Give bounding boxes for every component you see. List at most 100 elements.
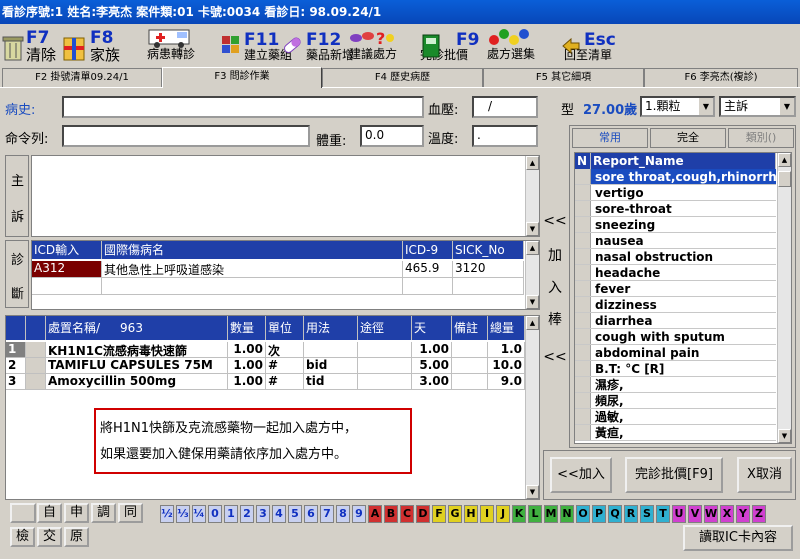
add-button[interactable]: <<加入	[550, 457, 612, 493]
complaint-select[interactable]: 主訴 ▼	[719, 96, 796, 117]
letter-key[interactable]: ¼	[192, 505, 206, 523]
cancel-button[interactable]: X取消	[737, 457, 792, 493]
letter-key[interactable]: 5	[288, 505, 302, 523]
report-item[interactable]: 頻尿,	[575, 393, 776, 409]
report-item[interactable]: cough with sputum	[575, 329, 776, 345]
letter-key[interactable]: 0	[208, 505, 222, 523]
report-item[interactable]: dizziness	[575, 297, 776, 313]
letter-key[interactable]: G	[448, 505, 462, 523]
order-input[interactable]	[62, 125, 310, 147]
letter-key[interactable]: A	[368, 505, 382, 523]
suggest-rx-button[interactable]: ? 建議處方	[343, 26, 403, 67]
quick-key-cross[interactable]: 交	[37, 527, 62, 547]
letter-key[interactable]: 3	[256, 505, 270, 523]
letter-key[interactable]: Q	[608, 505, 622, 523]
quick-key-check[interactable]: 檢	[10, 527, 35, 547]
letter-key[interactable]: L	[528, 505, 542, 523]
report-item[interactable]: 黃疸,	[575, 425, 776, 441]
report-item[interactable]: sore throat,cough,rhinorrhea	[575, 169, 776, 185]
tab-register-list[interactable]: F2 掛號清單09.24/1	[2, 68, 162, 87]
diagnosis-row[interactable]: A312 其他急性上呼吸道感染 465.9 3120	[32, 261, 524, 278]
checkout-button[interactable]: F9 完診批價	[420, 26, 479, 67]
weight-input[interactable]: 0.0	[360, 125, 424, 147]
letter-key[interactable]: 8	[336, 505, 350, 523]
tab-history[interactable]: F4 歷史病歷	[322, 68, 483, 87]
report-item[interactable]: nausea	[575, 233, 776, 249]
orders-grid[interactable]: 處置名稱/963 數量 單位 用法 途徑 天 備註 總量 1 KH1N1C流感病…	[5, 315, 540, 500]
letter-key[interactable]: C	[400, 505, 414, 523]
letter-key[interactable]: I	[480, 505, 494, 523]
chevron-down-icon[interactable]: ▼	[780, 98, 794, 115]
tab-common[interactable]: 常用	[572, 128, 648, 148]
quick-key-apply[interactable]: 申	[64, 503, 89, 523]
rx-collection-button[interactable]: 處方選集	[483, 26, 539, 67]
order-row[interactable]: 3 Amoxycillin 500mg 1.00 # tid 3.00 9.0	[6, 374, 525, 390]
letter-key[interactable]: M	[544, 505, 558, 523]
report-item[interactable]: B.T: °C [R]	[575, 361, 776, 377]
report-item[interactable]: nasal obstruction	[575, 249, 776, 265]
bp-input[interactable]: /	[472, 96, 538, 118]
read-ic-card-button[interactable]: 讀取IC卡內容	[683, 525, 793, 551]
chevron-down-icon[interactable]: ▼	[699, 98, 713, 115]
letter-key[interactable]: U	[672, 505, 686, 523]
referral-button[interactable]: 病患轉診	[140, 26, 202, 67]
report-item[interactable]: diarrhea	[575, 313, 776, 329]
letter-key[interactable]: ⅓	[176, 505, 190, 523]
tab-other-details[interactable]: F5 其它細項	[483, 68, 644, 87]
order-row[interactable]: 1 KH1N1C流感病毒快速篩 1.00 次 1.00 1.0	[6, 342, 525, 358]
report-item[interactable]: abdominal pain	[575, 345, 776, 361]
letter-key[interactable]: W	[704, 505, 718, 523]
tab-consultation[interactable]: F3 問診作業	[162, 67, 322, 88]
quick-key-adjust[interactable]: 調	[91, 503, 116, 523]
letter-key[interactable]: B	[384, 505, 398, 523]
tab-full[interactable]: 完全	[650, 128, 726, 148]
diagnosis-row[interactable]	[32, 278, 524, 295]
letter-key[interactable]: 7	[320, 505, 334, 523]
chief-complaint-textarea[interactable]: ▲ ▼	[31, 155, 540, 237]
quick-key-same[interactable]: 同	[118, 503, 143, 523]
letter-key[interactable]: 9	[352, 505, 366, 523]
return-list-button[interactable]: Esc 回至清單	[560, 26, 616, 67]
order-row[interactable]: 2 TAMIFLU CAPSULES 75M 1.00 # bid 5.00 1…	[6, 358, 525, 374]
letter-key[interactable]: Z	[752, 505, 766, 523]
unit-select[interactable]: 1.顆粒 ▼	[640, 96, 715, 117]
letter-key[interactable]: H	[464, 505, 478, 523]
letter-key[interactable]: 6	[304, 505, 318, 523]
letter-key[interactable]: V	[688, 505, 702, 523]
letter-key[interactable]: T	[656, 505, 670, 523]
report-item[interactable]: sore-throat	[575, 201, 776, 217]
letter-key[interactable]: D	[416, 505, 430, 523]
letter-key[interactable]: Y	[736, 505, 750, 523]
letter-key[interactable]: R	[624, 505, 638, 523]
letter-key[interactable]: O	[576, 505, 590, 523]
temp-input[interactable]: .	[472, 125, 538, 147]
family-button[interactable]: F8 家族	[62, 26, 120, 67]
letter-key[interactable]: S	[640, 505, 654, 523]
diagnosis-grid[interactable]: ICD輸入 國際傷病名 ICD-9 SICK_No A312 其他急性上呼吸道感…	[31, 240, 540, 310]
letter-key[interactable]: F	[432, 505, 446, 523]
letter-key[interactable]: K	[512, 505, 526, 523]
report-item[interactable]: fever	[575, 281, 776, 297]
report-item[interactable]: 濕疹,	[575, 377, 776, 393]
letter-key[interactable]: N	[560, 505, 574, 523]
report-list[interactable]: N Report_Name sore throat,cough,rhinorrh…	[574, 152, 792, 444]
letter-key[interactable]: X	[720, 505, 734, 523]
letter-key[interactable]: J	[496, 505, 510, 523]
report-item[interactable]: vertigo	[575, 185, 776, 201]
letter-key[interactable]: 1	[224, 505, 238, 523]
checkout-price-button[interactable]: 完診批價[F9]	[625, 457, 723, 493]
letter-key[interactable]: ½	[160, 505, 174, 523]
clear-button[interactable]: F7 清除	[2, 26, 56, 67]
add-strip[interactable]: << 加 入 棒 <<	[543, 125, 567, 451]
report-item[interactable]: sneezing	[575, 217, 776, 233]
tab-category[interactable]: 類別()	[728, 128, 794, 148]
history-input[interactable]	[62, 96, 424, 118]
letter-key[interactable]: 4	[272, 505, 286, 523]
letter-key[interactable]: 2	[240, 505, 254, 523]
report-item[interactable]: headache	[575, 265, 776, 281]
quick-key-orig[interactable]: 原	[64, 527, 89, 547]
quick-key-self[interactable]: 自	[37, 503, 62, 523]
report-item[interactable]: 過敏,	[575, 409, 776, 425]
tab-patient[interactable]: F6 李亮杰(複診)	[644, 68, 798, 87]
letter-key[interactable]: P	[592, 505, 606, 523]
